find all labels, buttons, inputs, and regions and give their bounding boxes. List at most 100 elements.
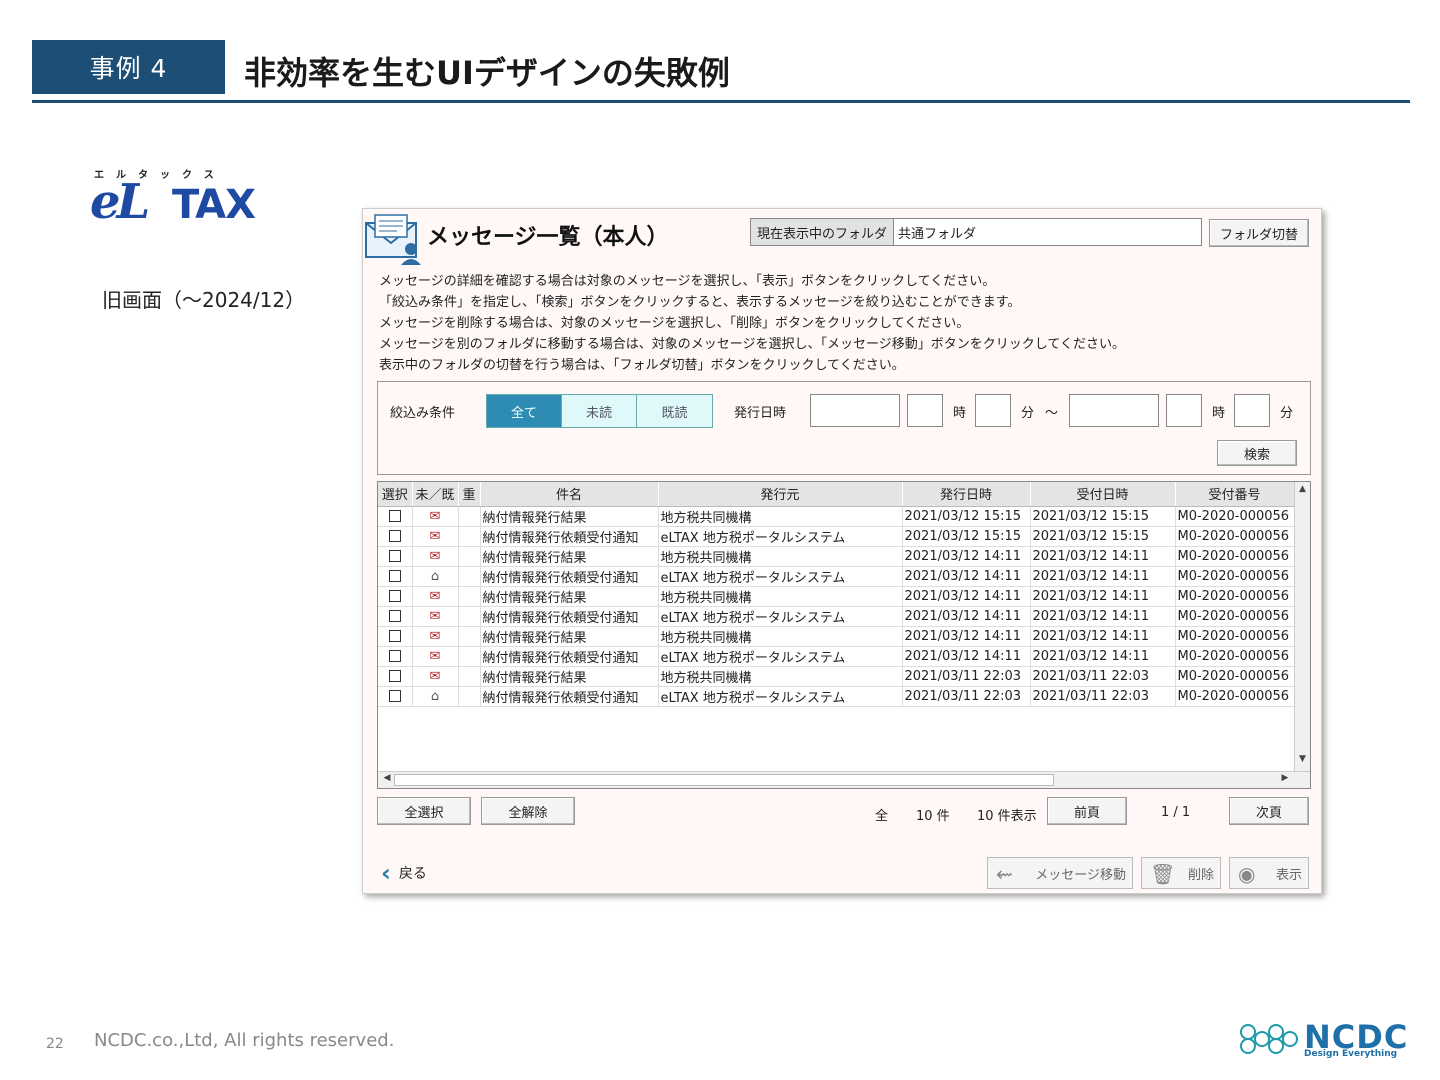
- row-checkbox[interactable]: [388, 650, 401, 662]
- eltax-logo-tax: TAX: [172, 182, 256, 228]
- table-row[interactable]: ✉ 納付情報発行依頼受付通知 eLTAX 地方税ポータルシステム 2021/03/12…: [378, 646, 1295, 667]
- cell-issuer: 地方税共同機構: [658, 626, 903, 647]
- filter-panel: 絞込み条件 全て 未読 既読 発行日時 時 分 〜 時 分 検索: [377, 381, 1311, 475]
- column-header[interactable]: 選択: [378, 482, 413, 507]
- cell-issued: 2021/03/12 14:11: [902, 626, 1031, 647]
- back-link[interactable]: ‹ 戻る: [381, 861, 427, 885]
- row-checkbox[interactable]: [388, 670, 401, 682]
- page-indicator: 1 / 1: [1161, 805, 1191, 820]
- instruction-line: メッセージの詳細を確認する場合は対象のメッセージを選択し、「表示」ボタンをクリッ…: [379, 274, 996, 289]
- column-header[interactable]: 発行日時: [902, 482, 1031, 507]
- cell-received: 2021/03/12 15:15: [1030, 526, 1176, 547]
- ncdc-logo-mark: [1240, 1024, 1298, 1054]
- row-checkbox[interactable]: [388, 530, 401, 542]
- from-minute-input[interactable]: [975, 394, 1011, 427]
- cell-received: 2021/03/12 14:11: [1030, 546, 1176, 567]
- cell: [378, 546, 413, 567]
- cell-issuer: 地方税共同機構: [658, 666, 903, 687]
- cell-number: M0-2020-000056: [1175, 586, 1295, 607]
- select-all-button[interactable]: 全選択: [377, 797, 471, 825]
- column-header[interactable]: 発行元: [658, 482, 903, 507]
- to-date-input[interactable]: [1069, 394, 1159, 427]
- scroll-left-icon[interactable]: ◀: [380, 773, 394, 783]
- table-row[interactable]: ✉ 納付情報発行依頼受付通知 eLTAX 地方税ポータルシステム 2021/03/12…: [378, 606, 1295, 627]
- unread-message-icon: ✉: [429, 508, 441, 524]
- table-row[interactable]: ⌂ 納付情報発行依頼受付通知 eLTAX 地方税ポータルシステム 2021/03/11…: [378, 686, 1295, 707]
- cell-number: M0-2020-000056: [1175, 666, 1295, 687]
- cell: [378, 606, 413, 627]
- hour-label: 時: [1212, 406, 1226, 421]
- next-page-button[interactable]: 次頁: [1229, 797, 1309, 825]
- to-minute-input[interactable]: [1234, 394, 1270, 427]
- ncdc-logo: NCDC Design Everything: [1238, 1018, 1418, 1062]
- vertical-scrollbar[interactable]: ▲ ▼: [1294, 482, 1310, 772]
- cell-number: M0-2020-000056: [1175, 626, 1295, 647]
- table-row[interactable]: ✉ 納付情報発行依頼受付通知 eLTAX 地方税ポータルシステム 2021/03/12…: [378, 526, 1295, 547]
- cell-received: 2021/03/12 14:11: [1030, 606, 1176, 627]
- cell: [378, 586, 413, 607]
- filter-all[interactable]: 全て: [487, 395, 562, 427]
- table-row[interactable]: ✉ 納付情報発行結果 地方税共同機構 2021/03/11 22:03 2021/03/…: [378, 666, 1295, 687]
- column-header[interactable]: 件名: [480, 482, 659, 507]
- row-checkbox[interactable]: [388, 690, 401, 702]
- row-checkbox[interactable]: [388, 550, 401, 562]
- table-row[interactable]: ✉ 納付情報発行結果 地方税共同機構 2021/03/12 15:15 2021/03/…: [378, 506, 1295, 527]
- instruction-line: 表示中のフォルダの切替を行う場合は、「フォルダ切替」ボタンをクリックしてください…: [379, 358, 905, 373]
- case-badge: 事例 4: [32, 40, 225, 94]
- cell: [458, 646, 481, 667]
- to-hour-input[interactable]: [1166, 394, 1202, 427]
- cell-subject: 納付情報発行依頼受付通知: [480, 686, 659, 707]
- table-row[interactable]: ✉ 納付情報発行結果 地方税共同機構 2021/03/12 14:11 2021/03/…: [378, 626, 1295, 647]
- read-status-filter: 全て 未読 既読: [486, 394, 713, 428]
- delete-button[interactable]: 🗑 削除: [1141, 857, 1221, 889]
- prev-page-button[interactable]: 前頁: [1047, 797, 1127, 825]
- folder-switch-button[interactable]: フォルダ切替: [1209, 219, 1309, 247]
- show-label: 表示: [1275, 867, 1302, 883]
- cell: ✉: [412, 546, 459, 567]
- table-row[interactable]: ✉ 納付情報発行結果 地方税共同機構 2021/03/12 14:11 2021/03/…: [378, 586, 1295, 607]
- row-checkbox[interactable]: [388, 590, 401, 602]
- from-hour-input[interactable]: [907, 394, 943, 427]
- deselect-all-button[interactable]: 全解除: [481, 797, 575, 825]
- show-button[interactable]: ◉ 表示: [1229, 857, 1309, 889]
- back-label: 戻る: [398, 866, 427, 882]
- column-header[interactable]: 受付日時: [1030, 482, 1176, 507]
- cell: ✉: [412, 626, 459, 647]
- row-checkbox[interactable]: [388, 510, 401, 522]
- table-row[interactable]: ⌂ 納付情報発行依頼受付通知 eLTAX 地方税ポータルシステム 2021/03/12…: [378, 566, 1295, 587]
- column-header[interactable]: 受付番号: [1175, 482, 1295, 507]
- delete-label: 削除: [1187, 867, 1214, 883]
- cell-issuer: eLTAX 地方税ポータルシステム: [658, 606, 903, 627]
- column-header[interactable]: 未／既: [412, 482, 459, 507]
- ncdc-tagline: Design Everything: [1304, 1049, 1398, 1059]
- cell-issuer: 地方税共同機構: [658, 546, 903, 567]
- message-table: 選択 未／既 重 件名 発行元 発行日時 受付日時 受付番号 ✉ 納付情報発行結果…: [377, 481, 1311, 789]
- row-checkbox[interactable]: [388, 570, 401, 582]
- horizontal-scrollbar[interactable]: ◀ ▶: [378, 771, 1310, 788]
- row-checkbox[interactable]: [388, 610, 401, 622]
- filter-read[interactable]: 既読: [637, 395, 712, 427]
- cell-received: 2021/03/11 22:03: [1030, 686, 1176, 707]
- cell: [378, 666, 413, 687]
- cell: [458, 666, 481, 687]
- column-header[interactable]: 重: [458, 482, 481, 507]
- table-row[interactable]: ✉ 納付情報発行結果 地方税共同機構 2021/03/12 14:11 2021/03/…: [378, 546, 1295, 567]
- scroll-up-icon[interactable]: ▲: [1295, 484, 1310, 500]
- row-checkbox[interactable]: [388, 630, 401, 642]
- unread-message-icon: ✉: [429, 608, 441, 624]
- instruction-line: 「絞込み条件」を指定し、「検索」ボタンをクリックすると、表示するメッセージを絞り…: [379, 295, 1021, 310]
- move-message-button[interactable]: ⇜ メッセージ移動: [987, 857, 1133, 889]
- cell-number: M0-2020-000056: [1175, 546, 1295, 567]
- from-date-input[interactable]: [810, 394, 900, 427]
- cell: [378, 506, 413, 527]
- unread-message-icon: ✉: [429, 668, 441, 684]
- scroll-down-icon[interactable]: ▼: [1295, 754, 1310, 770]
- scroll-thumb[interactable]: [394, 774, 1054, 786]
- cell-number: M0-2020-000056: [1175, 686, 1295, 707]
- search-button[interactable]: 検索: [1217, 440, 1297, 466]
- filter-unread[interactable]: 未読: [562, 395, 637, 427]
- hour-label: 時: [953, 406, 967, 421]
- cell: [458, 506, 481, 527]
- cell-subject: 納付情報発行結果: [480, 666, 659, 687]
- scroll-right-icon[interactable]: ▶: [1278, 773, 1292, 783]
